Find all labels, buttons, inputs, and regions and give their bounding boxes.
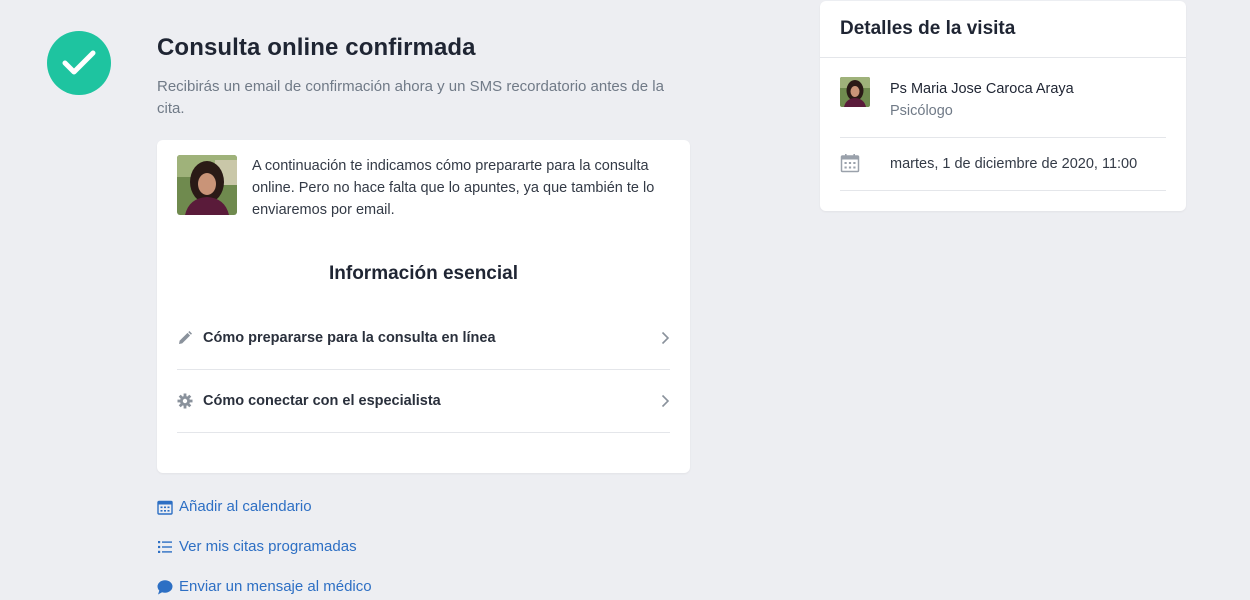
chat-bubble-icon bbox=[157, 579, 179, 595]
preparation-card: A continuación te indicamos cómo prepara… bbox=[157, 140, 690, 473]
gear-icon bbox=[177, 393, 203, 409]
confirmation-subtitle: Recibirás un email de confirmación ahora… bbox=[157, 78, 664, 117]
page-title: Consulta online confirmada bbox=[157, 34, 476, 61]
add-to-calendar-link[interactable]: Añadir al calendario bbox=[157, 498, 312, 515]
chevron-right-icon bbox=[656, 331, 670, 345]
divider bbox=[840, 58, 1166, 138]
calendar-icon bbox=[157, 499, 179, 515]
view-appointments-link[interactable]: Ver mis citas programadas bbox=[157, 538, 357, 555]
info-item-connect[interactable]: Cómo conectar con el especialista bbox=[177, 370, 670, 433]
success-check-icon bbox=[47, 31, 111, 95]
visit-details-title: Detalles de la visita bbox=[820, 1, 1186, 58]
doctor-photo bbox=[177, 155, 237, 215]
visit-details-card: Detalles de la visita Ps Maria Jose Caro… bbox=[820, 1, 1186, 211]
info-item-prepare[interactable]: Cómo prepararse para la consulta en líne… bbox=[177, 307, 670, 370]
section-title: Información esencial bbox=[328, 263, 518, 284]
list-icon bbox=[157, 539, 179, 555]
chevron-right-icon bbox=[656, 394, 670, 408]
pencil-icon bbox=[177, 330, 203, 346]
link-label: Añadir al calendario bbox=[179, 498, 312, 515]
info-item-label: Cómo conectar con el especialista bbox=[203, 393, 441, 409]
divider bbox=[840, 138, 1166, 191]
preparation-intro: A continuación te indicamos cómo prepara… bbox=[252, 158, 655, 218]
link-label: Enviar un mensaje al médico bbox=[179, 578, 372, 595]
link-label: Ver mis citas programadas bbox=[179, 538, 357, 555]
info-item-label: Cómo prepararse para la consulta en líne… bbox=[203, 330, 496, 346]
message-doctor-link[interactable]: Enviar un mensaje al médico bbox=[157, 578, 372, 595]
